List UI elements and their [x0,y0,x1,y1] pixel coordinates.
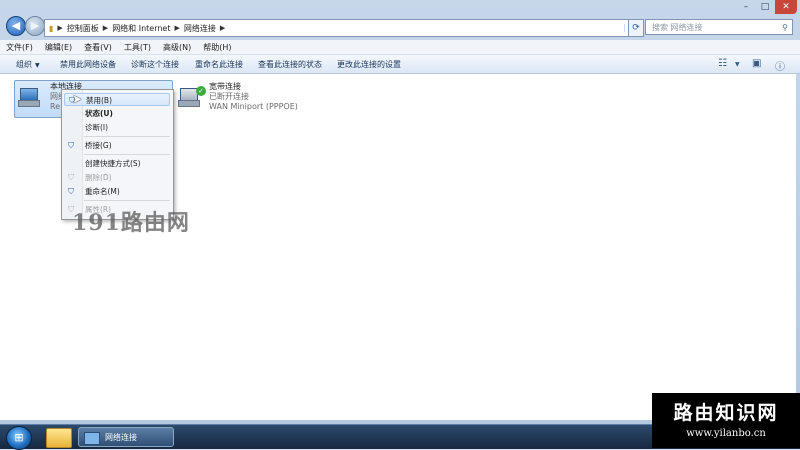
chevron-down-icon: ▼ [35,62,40,69]
menu-advanced[interactable]: 高级(N) [157,42,197,53]
watermark-url: www.yilanbo.cn [686,428,766,439]
menu-separator [84,136,170,137]
search-input[interactable]: 搜索 网络连接 ⚲ [645,19,793,35]
explorer-taskbar-icon[interactable] [46,428,72,448]
disable-device-button[interactable]: 禁用此网络设备 [60,59,116,70]
adapter-base [18,100,40,107]
shield-icon: ⛉ [68,187,74,196]
menu-separator [84,154,170,155]
maximize-icon[interactable]: □ [756,0,774,14]
menu-tools[interactable]: 工具(T) [118,42,157,53]
menu-item-label: 创建快捷方式(S) [85,159,141,168]
connection-text-broadband: 宽带连接 已断开连接 WAN Miniport (PPPOE) [209,82,298,112]
address-bar[interactable]: ▮ ▶ 控制面板 ▶ 网络和 Internet ▶ 网络连接 ▶ ▼ [44,19,638,37]
taskbar-task-label: 网络连接 [105,433,137,442]
diagnose-button[interactable]: 诊断这个连接 [131,59,179,70]
breadcrumb-network-internet[interactable]: 网络和 Internet [108,23,174,34]
connection-name: 宽带连接 [209,82,241,91]
help-icon[interactable]: ⓘ [775,58,785,73]
adapter-base [178,100,200,107]
menu-item-diagnose[interactable]: 诊断(I) [64,121,170,134]
menu-file[interactable]: 文件(F) [0,42,39,53]
menu-item-rename[interactable]: ⛉ 重命名(M) [64,185,170,198]
menu-help[interactable]: 帮助(H) [197,42,237,53]
search-placeholder: 搜索 网络连接 [652,23,703,32]
network-adapter-icon [18,88,40,107]
menu-item-label: 状态(U) [85,109,113,118]
shield-icon: ⛉ [68,141,74,150]
search-icon[interactable]: ⚲ [782,20,788,36]
menu-separator [84,200,170,201]
watermark-title: 路由知识网 [673,402,779,424]
breadcrumb-network-connections[interactable]: 网络连接 [180,23,220,34]
windows-logo-icon: ⊞ [14,431,24,444]
shield-icon: ⛉ [68,173,74,182]
connection-item-broadband[interactable]: ✓ 宽带连接 已断开连接 WAN Miniport (PPPOE) [176,80,326,118]
menu-item-status[interactable]: 状态(U) [64,107,170,120]
view-status-button[interactable]: 查看此连接的状态 [258,59,322,70]
menu-bar: 文件(F) 编辑(E) 查看(V) 工具(T) 高级(N) 帮助(H) [0,40,800,55]
menu-item-label: 删除(D) [85,173,112,182]
taskbar-task-network-connections[interactable]: 网络连接 [78,427,174,447]
organize-label: 组织 [16,60,32,69]
watermark-right: 路由知识网 www.yilanbo.cn [652,393,800,448]
address-folder-icon: ▮ [49,23,54,33]
menu-item-label: 重命名(M) [85,187,120,196]
mouse-cursor-icon: ➤ [72,92,83,106]
organize-button[interactable]: 组织 ▼ [16,59,40,70]
preview-pane-icon[interactable]: ▣ [752,58,761,69]
command-bar: 组织 ▼ 禁用此网络设备 诊断这个连接 重命名此连接 查看此连接的状态 更改此连接… [0,55,800,74]
forward-button[interactable]: ▶ [25,16,45,36]
menu-item-create-shortcut[interactable]: 创建快捷方式(S) [64,157,170,170]
menu-item-label: 诊断(I) [85,123,109,132]
minimize-icon[interactable]: – [737,0,755,14]
menu-view[interactable]: 查看(V) [78,42,118,53]
rename-button[interactable]: 重命名此连接 [195,59,243,70]
change-settings-button[interactable]: 更改此连接的设置 [337,59,401,70]
close-icon[interactable]: ✕ [775,0,797,14]
menu-item-delete: ⛉ 删除(D) [64,171,170,184]
back-button[interactable]: ◀ [6,16,26,36]
start-button[interactable]: ⊞ [6,426,32,450]
context-menu: ⛉ 禁用(B) 状态(U) 诊断(I) ⛉ 桥接(G) 创建快捷方式(S) ⛉ … [61,89,174,220]
menu-item-label: 桥接(G) [85,141,112,150]
network-connections-icon [84,432,100,445]
refresh-icon[interactable]: ⟳ [628,19,644,37]
breadcrumb-separator-icon: ▶ [219,24,226,32]
dialup-adapter-icon: ✓ [178,86,206,107]
chevron-down-icon[interactable]: ▼ [735,61,740,68]
connection-device: WAN Miniport (PPPOE) [209,102,298,111]
check-icon: ✓ [196,86,206,96]
breadcrumb-control-panel[interactable]: 控制面板 [63,23,103,34]
menu-item-bridge[interactable]: ⛉ 桥接(G) [64,139,170,152]
view-options-icon[interactable]: ☷ [718,58,727,69]
connection-status: 已断开连接 [209,92,249,101]
menu-item-label: 禁用(B) [86,96,112,105]
watermark-left: 191路由网 [72,210,190,236]
menu-edit[interactable]: 编辑(E) [39,42,78,53]
title-bar: ◀ ▶ ▮ ▶ 控制面板 ▶ 网络和 Internet ▶ 网络连接 ▶ ▼ ⟳… [0,0,800,40]
